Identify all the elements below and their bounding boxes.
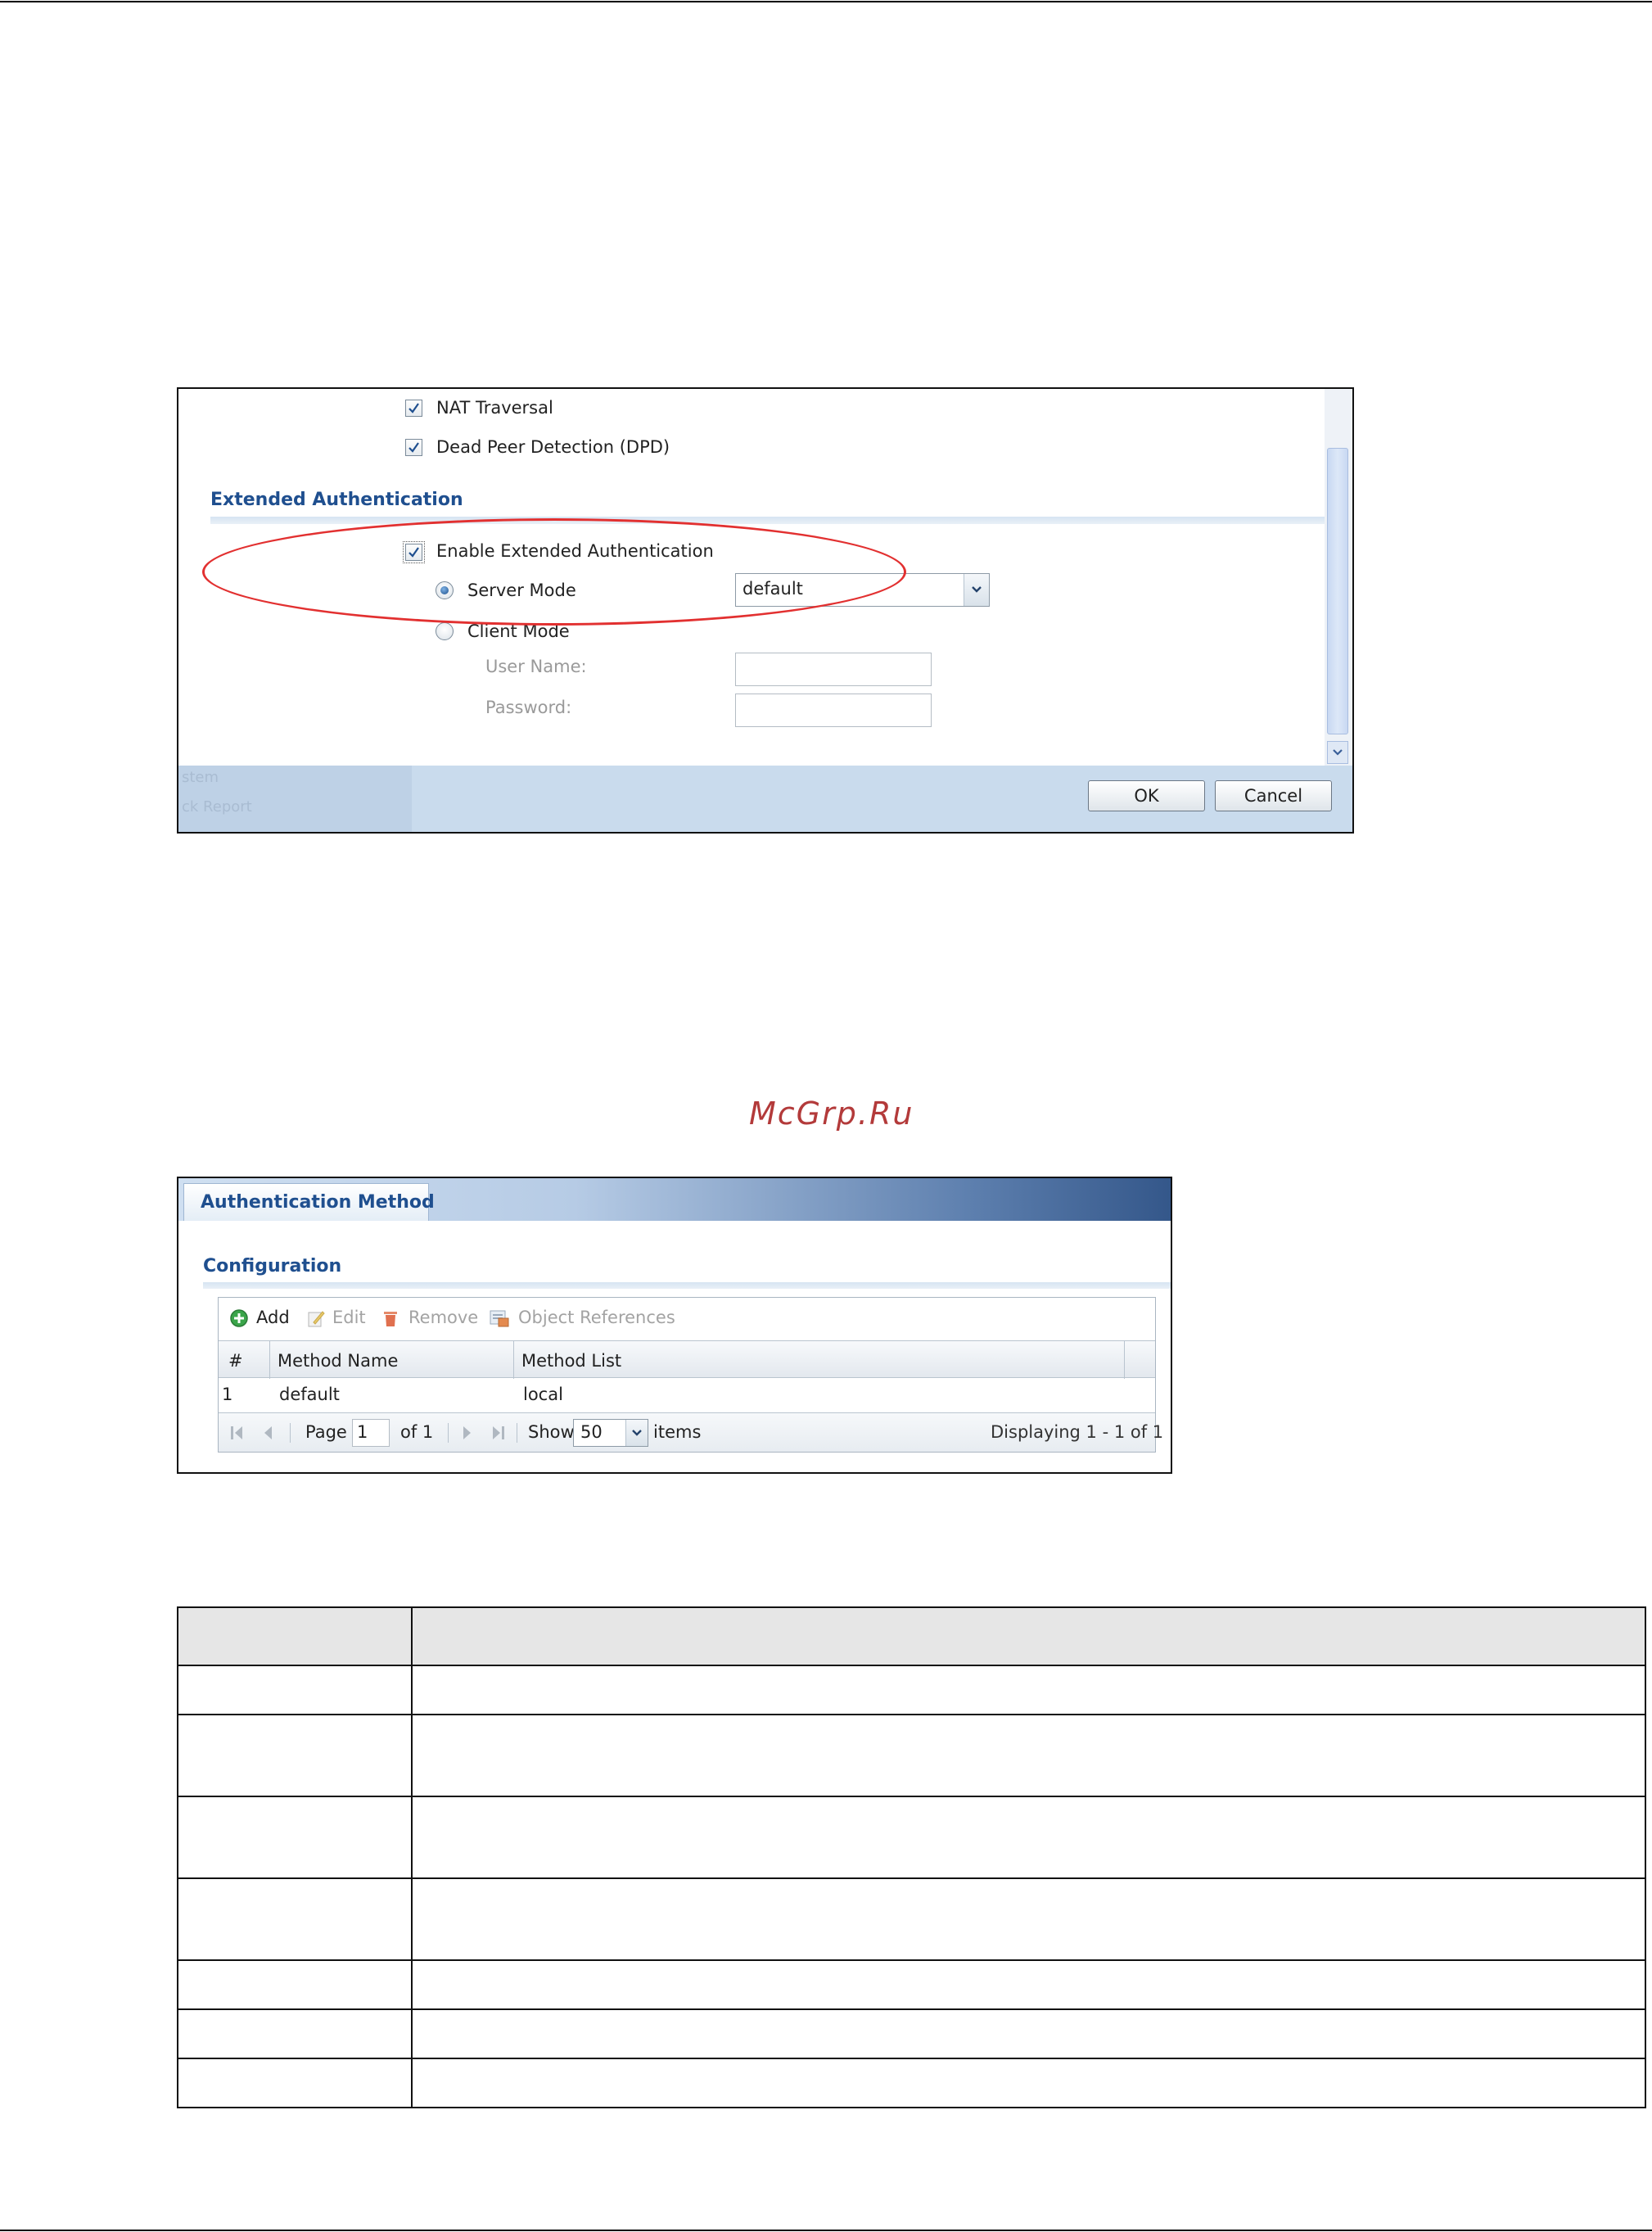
ok-button[interactable]: OK (1088, 780, 1205, 811)
user-name-input[interactable] (735, 653, 932, 686)
table-row (177, 1796, 1647, 1879)
previous-page-icon[interactable] (260, 1424, 278, 1442)
first-page-icon[interactable] (228, 1424, 246, 1442)
user-name-label: User Name: (485, 657, 587, 676)
page-label: Page (305, 1422, 347, 1442)
configuration-title: Configuration (203, 1256, 342, 1276)
add-icon (230, 1309, 248, 1327)
column-separator (269, 1341, 270, 1379)
column-separator (1124, 1341, 1125, 1379)
page-number-input[interactable]: 1 (352, 1419, 390, 1447)
remove-button[interactable]: Remove (408, 1308, 478, 1327)
password-label: Password: (485, 698, 572, 717)
table-row (177, 1714, 1647, 1797)
scroll-down-button[interactable] (1327, 741, 1348, 764)
displaying-count: Displaying 1 - 1 of 1 (991, 1422, 1164, 1442)
ghost-text-2: ck Report (182, 798, 252, 816)
column-separator (513, 1341, 514, 1379)
dialog-footer: stem ck Report OK Cancel (178, 766, 1352, 832)
tab-authentication-method[interactable]: Authentication Method (183, 1183, 435, 1221)
table-row (177, 2058, 1647, 2108)
row-method-name: default (279, 1385, 340, 1404)
column-header-method-name[interactable]: Method Name (278, 1351, 398, 1371)
tab-bar: Authentication Method (178, 1178, 1171, 1221)
password-input[interactable] (735, 694, 932, 727)
page-size-select[interactable]: 50 (573, 1419, 648, 1447)
tab-label: Authentication Method (201, 1192, 435, 1213)
nat-traversal-label: NAT Traversal (436, 398, 553, 418)
show-label: Show (528, 1422, 575, 1442)
items-label: items (653, 1422, 702, 1442)
field-description-table (177, 1606, 1647, 2108)
header-cell-label (177, 1606, 413, 1666)
check-icon (408, 442, 419, 453)
scrollbar-thumb[interactable] (1327, 448, 1348, 734)
grid-header: # Method Name Method List (219, 1340, 1155, 1379)
background-navigation: stem ck Report (178, 766, 412, 832)
row-index: 1 (222, 1385, 233, 1404)
row-method-list: local (523, 1385, 563, 1404)
object-references-button[interactable]: Object References (518, 1308, 675, 1327)
table-row (177, 1877, 1647, 1961)
table-header-row (177, 1606, 1647, 1666)
vertical-scrollbar[interactable] (1325, 389, 1352, 770)
table-row (177, 1959, 1647, 2010)
table-row (177, 1665, 1647, 1715)
chevron-down-icon (632, 1430, 642, 1436)
edit-icon (308, 1311, 325, 1327)
last-page-icon[interactable] (489, 1424, 507, 1442)
trash-icon (384, 1312, 397, 1326)
page-top-rule (0, 1, 1652, 2)
page-number-value: 1 (357, 1422, 368, 1442)
dropdown-button[interactable] (625, 1420, 648, 1446)
dpd-label: Dead Peer Detection (DPD) (436, 437, 670, 457)
highlight-circle (202, 518, 906, 626)
dropdown-button[interactable] (964, 574, 989, 606)
add-button[interactable]: Add (256, 1308, 290, 1327)
ghost-text-1: stem (182, 769, 219, 786)
watermark: McGrp.Ru (749, 1096, 914, 1132)
header-cell-description (410, 1606, 1647, 1666)
section-divider (210, 517, 1325, 524)
page-size-value: 50 (580, 1422, 603, 1442)
section-divider (203, 1282, 1171, 1289)
pager-separator (290, 1423, 291, 1443)
chevron-down-icon (972, 586, 982, 593)
extended-authentication-title: Extended Authentication (210, 490, 463, 510)
check-icon (408, 403, 419, 413)
edit-button[interactable]: Edit (332, 1308, 366, 1327)
cancel-button[interactable]: Cancel (1215, 780, 1332, 811)
client-mode-radio[interactable] (436, 622, 454, 640)
next-page-icon[interactable] (458, 1424, 476, 1442)
authentication-method-screenshot: Authentication Method Configuration Add … (177, 1177, 1172, 1474)
table-row[interactable]: 1 default local (219, 1378, 1155, 1412)
table-row (177, 2008, 1647, 2059)
column-header-index[interactable]: # (228, 1351, 243, 1371)
page-bottom-rule (0, 2230, 1652, 2231)
method-grid: Add Edit Remove Object References # Meth… (218, 1297, 1163, 1453)
xauth-settings-screenshot: NAT Traversal Dead Peer Detection (DPD) … (177, 387, 1354, 834)
column-header-method-list[interactable]: Method List (521, 1351, 621, 1371)
page-count-label: of 1 (400, 1422, 434, 1442)
object-references-icon (490, 1310, 509, 1327)
pagination-bar: Page 1 of 1 Show 50 items Displaying 1 -… (219, 1412, 1163, 1452)
nat-traversal-checkbox[interactable] (405, 400, 422, 417)
dpd-checkbox[interactable] (405, 439, 422, 456)
chevron-down-icon (1333, 749, 1343, 756)
pager-separator (448, 1423, 449, 1443)
